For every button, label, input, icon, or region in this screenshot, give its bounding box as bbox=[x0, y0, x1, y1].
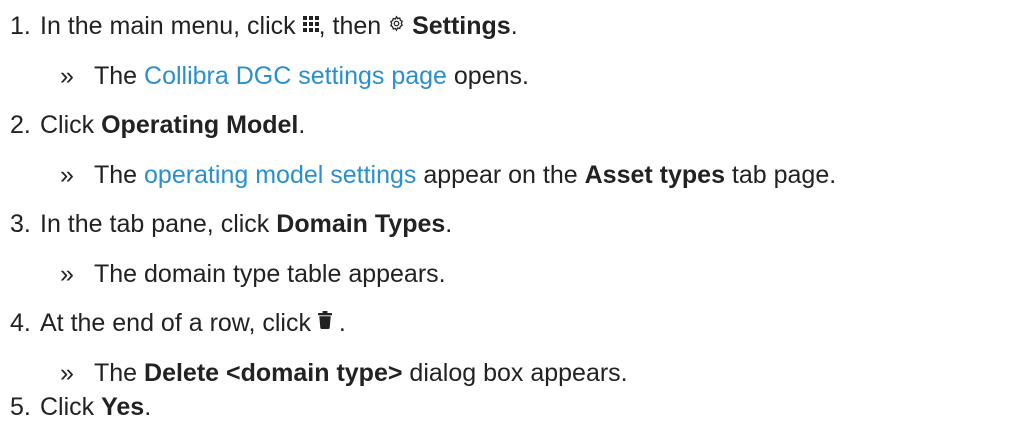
gear-icon bbox=[388, 9, 405, 39]
procedure-document: 1. In the main menu, click , then Setting… bbox=[0, 0, 1028, 425]
domain-types-label: Domain Types bbox=[276, 210, 446, 238]
step-3-result: » The domain type table appears. bbox=[60, 259, 446, 289]
asset-types-label: Asset types bbox=[584, 161, 725, 189]
step-2-result: » The operating model settings appear on … bbox=[60, 160, 836, 190]
result-text: tab page. bbox=[724, 161, 837, 189]
step-text: Click bbox=[40, 393, 102, 421]
step-number: 5. bbox=[10, 393, 31, 421]
grid-icon bbox=[302, 9, 319, 39]
step-text: , then bbox=[318, 12, 389, 40]
operating-model-settings-link[interactable]: operating model settings bbox=[144, 161, 416, 189]
step-text: Click bbox=[40, 111, 102, 139]
step-2: 2. Click Operating Model. bbox=[10, 110, 305, 140]
settings-label: Settings bbox=[412, 12, 511, 40]
result-text: opens. bbox=[446, 62, 529, 90]
step-5: 5. Click Yes. bbox=[10, 392, 151, 422]
step-punct: . bbox=[510, 12, 518, 40]
operating-model-label: Operating Model bbox=[101, 111, 299, 139]
result-text: appear on the bbox=[416, 161, 585, 189]
result-bullet: » bbox=[60, 260, 74, 288]
step-number: 3. bbox=[10, 210, 31, 238]
result-text: The bbox=[94, 62, 145, 90]
result-bullet: » bbox=[60, 62, 74, 90]
step-punct: . bbox=[331, 309, 346, 337]
result-text: dialog box appears. bbox=[402, 359, 628, 387]
step-4-result: » The Delete <domain type> dialog box app… bbox=[60, 358, 628, 388]
yes-label: Yes bbox=[101, 393, 145, 421]
result-text: The bbox=[94, 161, 145, 189]
step-text: At the end of a row, click bbox=[40, 309, 318, 337]
step-number: 2. bbox=[10, 111, 31, 139]
step-punct: . bbox=[298, 111, 306, 139]
result-bullet: » bbox=[60, 359, 74, 387]
step-number: 4. bbox=[10, 309, 31, 337]
step-punct: . bbox=[445, 210, 453, 238]
step-1-result: » The Collibra DGC settings page opens. bbox=[60, 61, 529, 91]
step-1: 1. In the main menu, click , then Setting… bbox=[10, 11, 518, 42]
step-text: In the main menu, click bbox=[40, 12, 303, 40]
result-text: The bbox=[94, 359, 145, 387]
settings-page-link[interactable]: Collibra DGC settings page bbox=[144, 62, 447, 90]
result-bullet: » bbox=[60, 161, 74, 189]
step-4: 4. At the end of a row, click . bbox=[10, 308, 346, 339]
trash-icon bbox=[317, 306, 332, 336]
step-punct: . bbox=[144, 393, 152, 421]
step-text: In the tab pane, click bbox=[40, 210, 277, 238]
step-number: 1. bbox=[10, 12, 31, 40]
step-3: 3. In the tab pane, click Domain Types. bbox=[10, 209, 452, 239]
result-text: The domain type table appears. bbox=[94, 260, 446, 288]
delete-dialog-label: Delete <domain type> bbox=[144, 359, 403, 387]
